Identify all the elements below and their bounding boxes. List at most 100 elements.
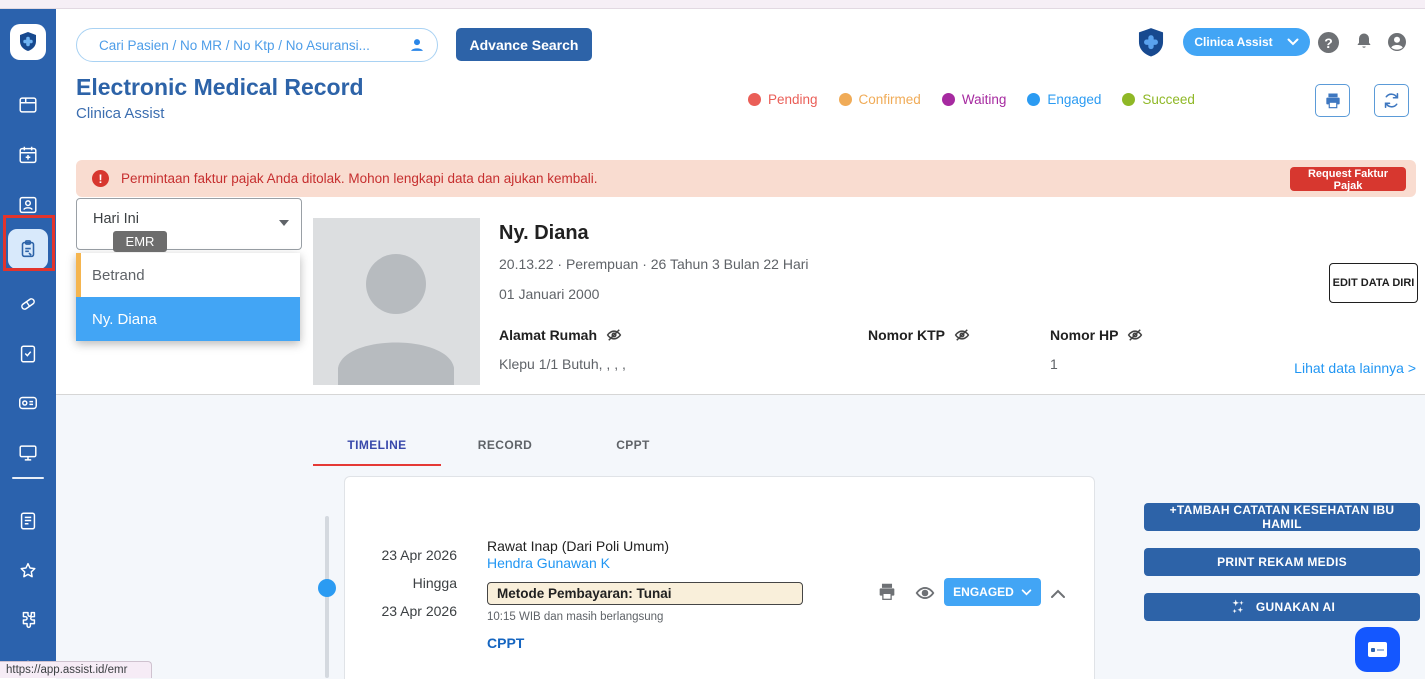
sidebar-item-dashboard[interactable] bbox=[0, 87, 56, 123]
account-button[interactable] bbox=[1385, 30, 1409, 59]
sidebar-item-integrations[interactable] bbox=[0, 602, 56, 638]
entry-cppt-link[interactable]: CPPT bbox=[487, 635, 524, 651]
status-legend: Pending Confirmed Waiting Engaged Succee… bbox=[748, 92, 1195, 107]
ktp-label: Nomor KTP bbox=[868, 327, 945, 343]
advance-search-button[interactable]: Advance Search bbox=[456, 28, 592, 61]
star-icon bbox=[17, 560, 39, 582]
legend-item-pending: Pending bbox=[748, 92, 818, 107]
search-input[interactable] bbox=[97, 37, 407, 54]
patient-dropdown-menu: Betrand Ny. Diana bbox=[76, 253, 300, 341]
document-icon bbox=[17, 510, 39, 532]
org-switcher-button[interactable]: Clinica Assist bbox=[1183, 28, 1310, 56]
refresh-button[interactable] bbox=[1374, 84, 1409, 117]
more-data-link[interactable]: Lihat data lainnya > bbox=[1256, 360, 1416, 376]
sidebar-item-tasks[interactable] bbox=[0, 336, 56, 372]
legend-item-succeed: Succeed bbox=[1122, 92, 1195, 107]
chat-widget-icon bbox=[1368, 642, 1387, 657]
entry-status-button[interactable]: ENGAGED bbox=[944, 578, 1041, 606]
gunakan-ai-label: GUNAKAN AI bbox=[1256, 600, 1335, 614]
org-name: Clinica Assist bbox=[1194, 35, 1272, 49]
sidebar-item-schedule[interactable] bbox=[0, 137, 56, 173]
patient-avatar bbox=[313, 218, 480, 385]
dropdown-option-betrand[interactable]: Betrand bbox=[76, 253, 300, 297]
page-title: Electronic Medical Record bbox=[76, 74, 364, 101]
tab-timeline[interactable]: TIMELINE bbox=[313, 428, 441, 466]
entry-date-end: 23 Apr 2026 bbox=[377, 603, 457, 619]
period-select[interactable]: Hari Ini bbox=[76, 198, 302, 250]
account-icon bbox=[1385, 30, 1409, 54]
sidebar-item-favorites[interactable] bbox=[0, 553, 56, 589]
ktp-field: Nomor KTP bbox=[868, 326, 971, 344]
eye-off-icon[interactable] bbox=[605, 326, 623, 344]
help-button[interactable]: ? bbox=[1318, 32, 1339, 53]
entry-range-word: Hingga bbox=[377, 575, 457, 591]
period-select-value: Hari Ini bbox=[93, 211, 139, 227]
entry-doctor-link[interactable]: Hendra Gunawan K bbox=[487, 555, 610, 571]
browser-link-preview: https://app.assist.id/emr bbox=[0, 661, 152, 678]
page-subtitle: Clinica Assist bbox=[76, 105, 164, 122]
pill-icon bbox=[17, 293, 39, 315]
phone-value: 1 bbox=[1050, 356, 1058, 372]
entry-date-start: 23 Apr 2026 bbox=[377, 547, 457, 563]
alert-message: Permintaan faktur pajak Anda ditolak. Mo… bbox=[121, 171, 1290, 186]
entry-collapse-button[interactable] bbox=[1050, 586, 1066, 604]
monitor-icon bbox=[17, 442, 39, 464]
chevron-down-icon bbox=[1287, 38, 1299, 46]
gunakan-ai-button[interactable]: GUNAKAN AI bbox=[1144, 593, 1420, 621]
request-faktur-pajak-button[interactable]: Request Faktur Pajak bbox=[1290, 167, 1406, 191]
engaged-dot bbox=[1027, 93, 1040, 106]
patient-card-icon bbox=[17, 194, 39, 216]
address-label: Alamat Rumah bbox=[499, 327, 597, 343]
patient-search[interactable] bbox=[76, 28, 438, 62]
entry-print-button[interactable] bbox=[876, 581, 898, 608]
sidebar-item-monitor[interactable] bbox=[0, 435, 56, 471]
patient-name: Ny. Diana bbox=[499, 222, 589, 245]
print-rekam-medis-button[interactable]: PRINT REKAM MEDIS bbox=[1144, 548, 1420, 576]
alert-icon: ! bbox=[92, 170, 109, 187]
tax-invoice-alert: ! Permintaan faktur pajak Anda ditolak. … bbox=[76, 160, 1416, 197]
task-check-icon bbox=[17, 343, 39, 365]
entry-view-button[interactable] bbox=[914, 582, 936, 609]
phone-label: Nomor HP bbox=[1050, 327, 1118, 343]
legend-item-confirmed: Confirmed bbox=[839, 92, 921, 107]
dashboard-icon bbox=[17, 94, 39, 116]
edit-data-diri-button[interactable]: EDIT DATA DIRI bbox=[1329, 263, 1418, 303]
refresh-icon bbox=[1382, 91, 1401, 110]
sidebar-item-documents[interactable] bbox=[0, 503, 56, 539]
app-logo bbox=[10, 24, 46, 60]
eye-off-icon[interactable] bbox=[1126, 326, 1144, 344]
help-glyph: ? bbox=[1324, 35, 1333, 51]
patient-summary: 20.13.22 · Perempuan · 26 Tahun 3 Bulan … bbox=[499, 256, 809, 272]
print-page-button[interactable] bbox=[1315, 84, 1350, 117]
waiting-dot bbox=[942, 93, 955, 106]
notifications-button[interactable] bbox=[1352, 30, 1376, 59]
shield-logo-icon bbox=[16, 30, 40, 54]
printer-icon bbox=[1323, 91, 1343, 111]
timeline-dot[interactable] bbox=[318, 579, 336, 597]
payment-method-box: Metode Pembayaran: Tunai bbox=[487, 582, 803, 605]
bell-icon bbox=[1352, 30, 1376, 54]
patient-birthdate: 01 Januari 2000 bbox=[499, 286, 599, 302]
succeed-dot bbox=[1122, 93, 1135, 106]
entry-status-label: ENGAGED bbox=[953, 585, 1014, 599]
sidebar bbox=[0, 8, 56, 678]
emr-tooltip: EMR bbox=[113, 231, 167, 252]
eye-icon bbox=[914, 582, 936, 604]
chat-widget-button[interactable] bbox=[1355, 627, 1400, 672]
confirmed-dot bbox=[839, 93, 852, 106]
sidebar-item-pharmacy[interactable] bbox=[0, 286, 56, 322]
dropdown-option-ny-diana[interactable]: Ny. Diana bbox=[76, 297, 300, 341]
tab-cppt[interactable]: CPPT bbox=[569, 428, 697, 466]
legend-item-engaged: Engaged bbox=[1027, 92, 1101, 107]
person-search-icon bbox=[407, 35, 427, 55]
sidebar-divider bbox=[12, 477, 44, 479]
tab-record[interactable]: RECORD bbox=[441, 428, 569, 466]
sidebar-item-membership[interactable] bbox=[0, 385, 56, 421]
printer-icon bbox=[876, 581, 898, 603]
address-value: Klepu 1/1 Butuh, , , , bbox=[499, 356, 626, 372]
eye-off-icon[interactable] bbox=[953, 326, 971, 344]
id-card-icon bbox=[17, 392, 39, 414]
address-field: Alamat Rumah bbox=[499, 326, 623, 344]
annotation-highlight-box bbox=[3, 215, 55, 271]
tambah-catatan-ibu-hamil-button[interactable]: +TAMBAH CATATAN KESEHATAN IBU HAMIL bbox=[1144, 503, 1420, 531]
